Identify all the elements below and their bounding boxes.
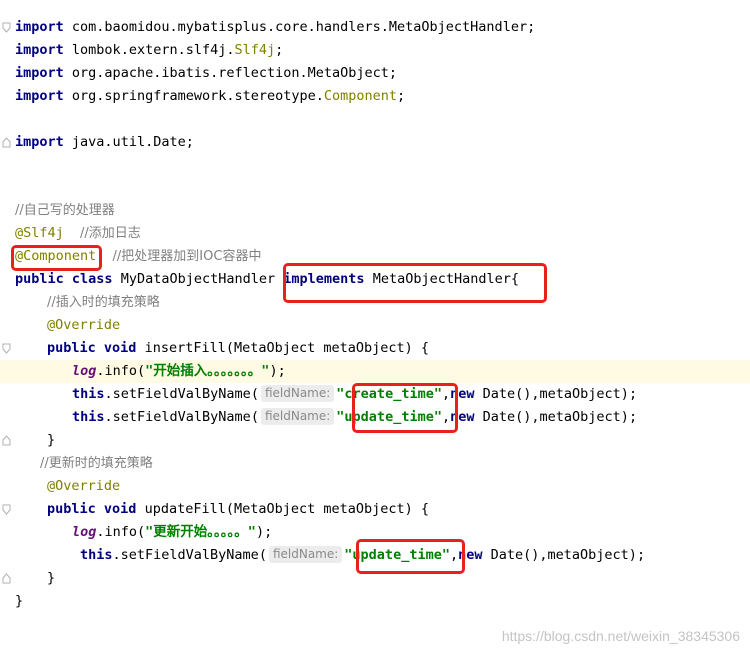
param-hint: fieldName:	[260, 408, 335, 425]
code-line-close-brace: }	[47, 570, 56, 586]
code-line-import: import lombok.extern.slf4j.Slf4j;	[15, 42, 284, 58]
highlight-box-update-time	[356, 539, 465, 574]
fold-marker-icon[interactable]	[2, 435, 11, 446]
code-line-method-sig: public void insertFill(MetaObject metaOb…	[47, 340, 430, 356]
fold-marker-icon[interactable]	[2, 573, 11, 584]
code-line-comment: //自己写的处理器	[15, 203, 115, 218]
highlight-box-component	[11, 245, 102, 271]
code-line-comment: //插入时的填充策略	[47, 295, 160, 310]
code-line-import: import org.apache.ibatis.reflection.Meta…	[15, 65, 398, 81]
fold-marker-icon[interactable]	[2, 137, 11, 148]
fold-marker-icon[interactable]	[2, 343, 11, 354]
code-line-class-close: }	[15, 593, 24, 609]
code-line-slf4j: @Slf4j //添加日志	[15, 225, 141, 241]
code-line-import: import java.util.Date;	[15, 134, 194, 150]
code-line-close-brace: }	[47, 432, 56, 448]
highlight-box-implements	[283, 263, 547, 303]
param-hint: fieldName:	[260, 385, 335, 402]
code-line-override: @Override	[47, 317, 121, 333]
highlight-box-create-time	[352, 383, 458, 433]
code-line-override: @Override	[47, 478, 121, 494]
code-line-comment: //更新时的填充策略	[40, 456, 153, 471]
code-line-method-sig: public void updateFill(MetaObject metaOb…	[47, 501, 430, 517]
code-line-log: log.info("开始插入。。。。。。。");	[72, 363, 286, 379]
fold-marker-icon[interactable]	[2, 22, 11, 33]
code-line-log: log.info("更新开始。。。。。");	[72, 524, 273, 540]
code-line-import: import org.springframework.stereotype.Co…	[15, 88, 406, 104]
fold-marker-icon[interactable]	[2, 504, 11, 515]
code-line-import: import com.baomidou.mybatisplus.core.han…	[15, 19, 536, 35]
code-editor[interactable]: import com.baomidou.mybatisplus.core.han…	[0, 0, 750, 654]
watermark: https://blog.csdn.net/weixin_38345306	[501, 628, 740, 644]
param-hint: fieldName:	[268, 546, 343, 563]
